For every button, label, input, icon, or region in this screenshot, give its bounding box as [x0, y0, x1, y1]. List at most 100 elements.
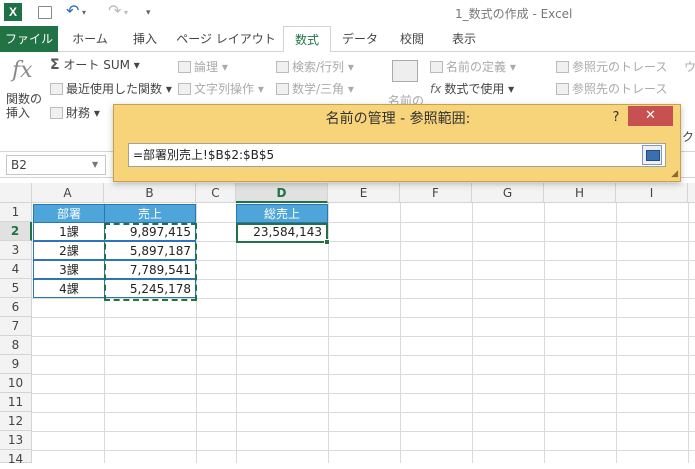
trace-precedents-button[interactable]: 参照元のトレース [556, 58, 667, 75]
row-header-10[interactable]: 10 [0, 374, 32, 393]
column-header-e[interactable]: E [328, 183, 400, 203]
column-header-i[interactable]: I [616, 183, 688, 203]
recent-functions-button[interactable]: 最近使用した関数 ▾ [50, 80, 172, 97]
gridline [32, 298, 695, 299]
fill-handle[interactable] [324, 239, 330, 245]
calculation-label[interactable]: クシ [682, 128, 695, 145]
gridline [196, 203, 197, 463]
chevron-down-icon[interactable]: ▼ [92, 160, 98, 169]
define-name-label: 名前の定義 [446, 60, 507, 74]
logical-label: 論理 [194, 60, 219, 74]
gridline [32, 336, 695, 337]
gridline [32, 431, 695, 432]
undo-icon[interactable]: ↶ [66, 1, 79, 20]
row-header-2[interactable]: 2 [0, 222, 32, 241]
gridline [32, 355, 695, 356]
tab-page-layout[interactable]: ページ レイアウト [174, 26, 278, 52]
customize-toolbar-icon[interactable]: ▾ [146, 8, 151, 18]
column-header-d[interactable]: D [236, 183, 328, 203]
row-header-5[interactable]: 5 [0, 279, 32, 298]
row-header-12[interactable]: 12 [0, 412, 32, 431]
name-manager-icon[interactable] [392, 60, 418, 82]
logical-button[interactable]: 論理 ▾ [178, 58, 228, 75]
redo-icon[interactable]: ↷ [108, 1, 121, 20]
save-icon[interactable] [38, 6, 52, 19]
gridline [32, 393, 695, 394]
math-label: 数学/三角 [292, 82, 345, 96]
cell-a1[interactable]: 部署 [33, 204, 105, 223]
redo-dropdown-icon[interactable]: ▾ [124, 8, 128, 17]
trace-dependents-button[interactable]: 参照先のトレース [556, 80, 667, 97]
cell-b5[interactable]: 5,245,178 [104, 279, 196, 298]
trace-precedents-icon [556, 61, 569, 73]
row-header-14[interactable]: 14 [0, 450, 32, 466]
document-title: 1_数式の作成 - Excel [455, 7, 573, 21]
tab-file[interactable]: ファイル [0, 26, 58, 52]
column-header-c[interactable]: C [196, 183, 236, 203]
active-cell-border [236, 223, 330, 245]
column-header-g[interactable]: G [472, 183, 544, 203]
recent-icon [50, 83, 63, 95]
refers-to-input[interactable]: =部署別売上!$B$2:$B$5 [128, 143, 666, 167]
insert-function-icon[interactable]: fx [12, 58, 33, 83]
cell-a4[interactable]: 3課 [33, 260, 105, 279]
column-header-j[interactable] [688, 183, 695, 203]
financial-button[interactable]: 財務 ▾ [50, 104, 100, 121]
tab-view[interactable]: 表示 [441, 26, 487, 52]
use-in-formula-icon: fx [430, 82, 442, 96]
column-header-a[interactable]: A [32, 183, 104, 203]
tab-insert[interactable]: 挿入 [122, 26, 168, 52]
column-header-b[interactable]: B [104, 183, 196, 203]
ribbon-tabs: ファイル ホーム 挿入 ページ レイアウト 数式 データ 校閲 表示 [0, 26, 695, 53]
cell-a2[interactable]: 1課 [33, 222, 105, 241]
text-button[interactable]: 文字列操作 ▾ [178, 80, 264, 97]
insert-function-button[interactable]: 関数の 挿入 [6, 92, 42, 120]
define-name-button[interactable]: 名前の定義 ▾ [430, 58, 516, 75]
tab-data[interactable]: データ [337, 26, 383, 52]
math-icon [276, 83, 289, 95]
tab-review[interactable]: 校閲 [389, 26, 435, 52]
help-button[interactable]: ? [606, 108, 626, 128]
row-header-4[interactable]: 4 [0, 260, 32, 279]
lookup-button[interactable]: 検索/行列 ▾ [276, 58, 354, 75]
cell-b4[interactable]: 7,789,541 [104, 260, 196, 279]
gridline [32, 450, 695, 451]
tab-formulas[interactable]: 数式 [283, 26, 331, 53]
cell-b3[interactable]: 5,897,187 [104, 241, 196, 260]
row-header-7[interactable]: 7 [0, 317, 32, 336]
row-header-8[interactable]: 8 [0, 336, 32, 355]
resize-grip-icon[interactable]: ◢ [671, 169, 678, 179]
collapse-dialog-icon[interactable] [642, 145, 662, 165]
financial-icon [50, 107, 63, 119]
cell-b1[interactable]: 売上 [104, 204, 196, 223]
cell-d1[interactable]: 総売上 [236, 204, 328, 223]
autosum-label: オート SUM [63, 58, 130, 72]
text-label: 文字列操作 [194, 82, 255, 96]
undo-dropdown-icon[interactable]: ▾ [82, 8, 86, 17]
row-header-6[interactable]: 6 [0, 298, 32, 317]
worksheet-grid[interactable]: A B C D E F G H I 1 2 3 4 5 6 7 8 9 10 1… [0, 183, 695, 466]
row-header-1[interactable]: 1 [0, 203, 32, 222]
cell-a3[interactable]: 2課 [33, 241, 105, 260]
excel-logo-icon: X [4, 3, 22, 21]
use-in-formula-button[interactable]: fx 数式で使用 ▾ [430, 80, 514, 97]
select-all-corner[interactable] [0, 183, 32, 203]
column-header-h[interactable]: H [544, 183, 616, 203]
math-button[interactable]: 数学/三角 ▾ [276, 80, 354, 97]
lookup-icon [276, 61, 289, 73]
row-header-9[interactable]: 9 [0, 355, 32, 374]
text-icon [178, 83, 191, 95]
tab-home[interactable]: ホーム [64, 26, 116, 52]
row-header-11[interactable]: 11 [0, 393, 32, 412]
cell-a5[interactable]: 4課 [33, 279, 105, 298]
close-button[interactable]: ✕ [628, 106, 673, 126]
name-box[interactable]: B2 [6, 155, 106, 175]
financial-label: 財務 [66, 106, 91, 120]
column-header-f[interactable]: F [400, 183, 472, 203]
autosum-button[interactable]: Σ オート SUM ▾ [50, 56, 140, 73]
gridline [472, 203, 473, 463]
cell-b2[interactable]: 9,897,415 [104, 222, 196, 241]
row-header-13[interactable]: 13 [0, 431, 32, 450]
row-header-3[interactable]: 3 [0, 241, 32, 260]
watch-window-label[interactable]: ウ [684, 58, 695, 75]
